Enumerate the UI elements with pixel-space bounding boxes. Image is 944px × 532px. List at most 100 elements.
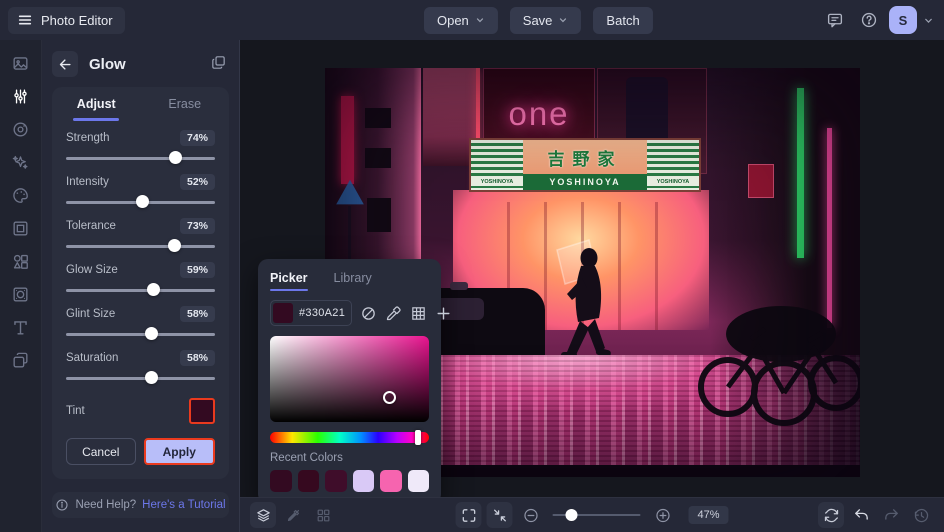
apply-button[interactable]: Apply	[144, 438, 216, 465]
save-button[interactable]: Save	[510, 7, 582, 34]
slider-knob[interactable]	[145, 371, 158, 384]
recent-color-swatch[interactable]	[298, 470, 320, 492]
sidebar-item-paint[interactable]	[5, 182, 37, 208]
slider-knob[interactable]	[136, 195, 149, 208]
grid-view-button[interactable]	[310, 502, 336, 528]
help-button[interactable]	[855, 6, 883, 34]
text-icon	[11, 318, 30, 337]
batch-button[interactable]: Batch	[593, 7, 652, 34]
open-button[interactable]: Open	[424, 7, 498, 34]
fullscreen-button[interactable]	[455, 502, 481, 528]
slider-value-badge: 73%	[180, 218, 215, 234]
hue-cursor[interactable]	[415, 430, 421, 445]
recent-color-swatch[interactable]	[380, 470, 402, 492]
duplicate-button[interactable]	[210, 54, 227, 74]
photo-green-neon	[797, 88, 804, 258]
photo-red-signbox	[748, 164, 774, 198]
slider-value-badge: 74%	[180, 130, 215, 146]
sidebar-item-retouch[interactable]	[5, 116, 37, 142]
glint-size-slider[interactable]	[66, 327, 215, 341]
hex-input[interactable]: #330A21	[270, 300, 352, 326]
main-menu-button[interactable]: Photo Editor	[8, 7, 125, 34]
sidebar-item-adjustments[interactable]	[5, 83, 37, 109]
sidebar-item-effects[interactable]	[5, 149, 37, 175]
grid-icon	[410, 305, 427, 322]
sidebar-item-image[interactable]	[5, 50, 37, 76]
no-color-button[interactable]	[360, 305, 377, 322]
tolerance-slider[interactable]	[66, 239, 215, 253]
recent-color-swatch[interactable]	[325, 470, 347, 492]
minus-circle-icon	[522, 507, 539, 524]
tab-adjust[interactable]: Adjust	[52, 87, 141, 121]
intensity-slider[interactable]	[66, 195, 215, 209]
reset-button[interactable]	[818, 502, 844, 528]
redo-icon	[883, 507, 900, 524]
sidebar-item-cutout[interactable]	[5, 347, 37, 373]
arrow-left-icon	[58, 57, 73, 72]
slider-value-badge: 59%	[180, 262, 215, 278]
slider-knob[interactable]	[147, 283, 160, 296]
strength-slider[interactable]	[66, 151, 215, 165]
undo-button[interactable]	[848, 502, 874, 528]
slider-strength: Strength74%	[66, 130, 215, 165]
back-button[interactable]	[52, 51, 78, 77]
history-icon	[913, 507, 930, 524]
sidebar-item-text[interactable]	[5, 314, 37, 340]
top-bar: Photo Editor Open Save Batch S	[0, 0, 944, 40]
recent-colors-label: Recent Colors	[270, 452, 429, 464]
sidebar-item-frame[interactable]	[5, 215, 37, 241]
zoom-level-badge[interactable]: 47%	[688, 506, 728, 524]
tint-color-swatch[interactable]	[189, 398, 215, 424]
sparkles-icon	[11, 153, 30, 172]
pen-disable-button[interactable]	[280, 502, 306, 528]
photo-bicycles	[696, 289, 860, 449]
saturation-slider[interactable]	[66, 371, 215, 385]
eye-icon	[11, 120, 30, 139]
zoom-in-button[interactable]	[649, 502, 675, 528]
slider-knob[interactable]	[169, 151, 182, 164]
filter-frame-icon	[11, 285, 30, 304]
layers-button[interactable]	[250, 502, 276, 528]
saturation-value-gradient[interactable]	[270, 336, 429, 422]
plus-icon	[435, 305, 452, 322]
fullscreen-icon	[460, 507, 477, 524]
zoom-slider[interactable]	[552, 508, 640, 522]
tab-erase[interactable]: Erase	[141, 87, 230, 121]
hue-slider[interactable]	[270, 432, 429, 443]
eyedropper-icon	[385, 305, 402, 322]
gradient-cursor[interactable]	[383, 391, 396, 404]
zoom-slider-knob[interactable]	[566, 509, 578, 521]
eyedropper-button[interactable]	[385, 305, 402, 322]
slider-glint-size: Glint Size58%	[66, 306, 215, 341]
add-color-button[interactable]	[435, 305, 452, 322]
tab-picker[interactable]: Picker	[270, 268, 308, 291]
tint-row: Tint	[66, 398, 215, 424]
user-avatar[interactable]: S	[889, 6, 917, 34]
redo-button[interactable]	[878, 502, 904, 528]
tutorial-link[interactable]: Here's a Tutorial	[142, 499, 225, 511]
color-grid-button[interactable]	[410, 305, 427, 322]
slider-knob[interactable]	[168, 239, 181, 252]
recent-color-swatch[interactable]	[353, 470, 375, 492]
tab-library[interactable]: Library	[334, 268, 372, 291]
layers-icon	[255, 507, 272, 524]
pages-icon	[210, 54, 227, 71]
zoom-out-button[interactable]	[517, 502, 543, 528]
history-button[interactable]	[908, 502, 934, 528]
recent-color-swatch[interactable]	[270, 470, 292, 492]
panel-title: Glow	[89, 56, 210, 73]
cancel-button[interactable]: Cancel	[66, 438, 136, 465]
sidebar-item-elements[interactable]	[5, 248, 37, 274]
glow-panel: Glow Adjust Erase Strength74% Intensity5…	[42, 40, 240, 532]
app-title: Photo Editor	[41, 13, 113, 28]
account-chevron-icon[interactable]	[923, 15, 934, 26]
sidebar-item-filters[interactable]	[5, 281, 37, 307]
feedback-button[interactable]	[821, 6, 849, 34]
recent-color-swatch[interactable]	[408, 470, 430, 492]
undo-icon	[853, 507, 870, 524]
shapes-icon	[11, 252, 30, 271]
tint-label: Tint	[66, 405, 85, 417]
slider-knob[interactable]	[145, 327, 158, 340]
fit-screen-button[interactable]	[486, 502, 512, 528]
glow-size-slider[interactable]	[66, 283, 215, 297]
